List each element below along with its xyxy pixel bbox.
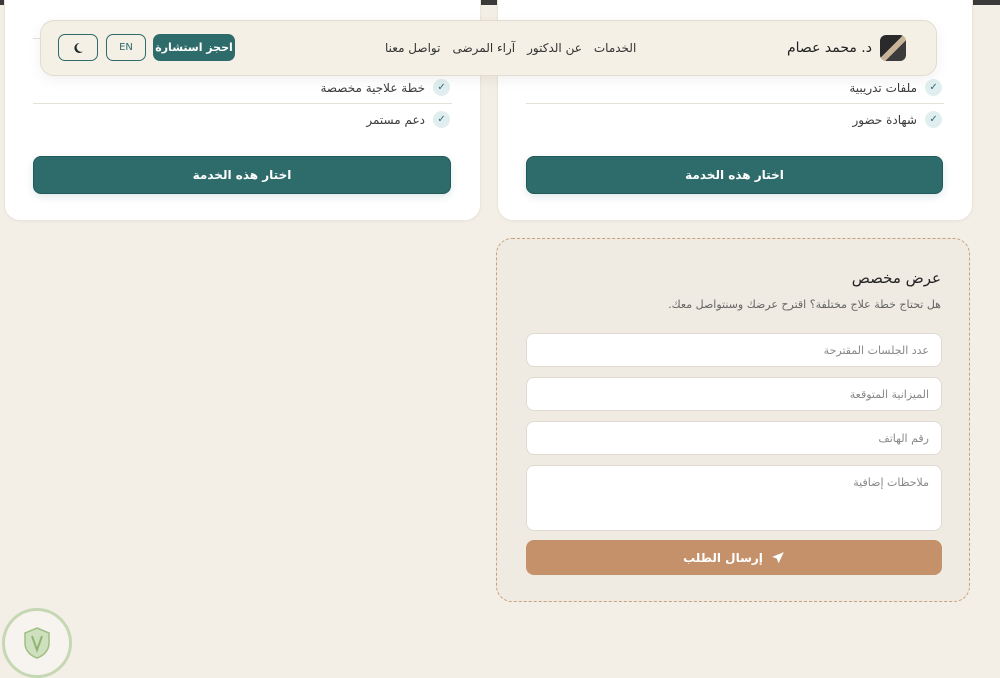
custom-offer-subtitle: هل تحتاج خطة علاج مختلفة؟ اقترح عرضك وسن… [668, 298, 941, 311]
check-icon: ✓ [925, 111, 942, 128]
divider [526, 103, 944, 104]
check-icon: ✓ [433, 79, 450, 96]
nav-link-testimonials[interactable]: آراء المرضى [452, 41, 515, 55]
submit-request-button[interactable]: إرسال الطلب [526, 540, 942, 575]
submit-label: إرسال الطلب [683, 550, 763, 565]
custom-offer-title: عرض مخصص [851, 269, 941, 287]
feature-label: شهادة حضور [852, 112, 917, 127]
nav-link-about[interactable]: عن الدكتور [527, 41, 582, 55]
moon-icon [74, 42, 83, 53]
budget-input[interactable] [526, 377, 942, 411]
language-toggle-button[interactable]: EN [106, 34, 146, 61]
feature-item: ✓ دعم مستمر [366, 111, 450, 128]
nav-link-contact[interactable]: تواصل معنا [385, 41, 440, 55]
feature-label: ملفات تدريبية [849, 80, 917, 95]
navbar: د. محمد عصام الخدمات عن الدكتور آراء الم… [40, 20, 937, 76]
feature-item: ✓ شهادة حضور [852, 111, 942, 128]
feature-label: خطة علاجية مخصصة [320, 80, 425, 95]
notes-textarea[interactable] [526, 465, 942, 531]
feature-item: ✓ خطة علاجية مخصصة [320, 79, 450, 96]
feature-item: ✓ ملفات تدريبية [849, 79, 942, 96]
choose-service-button[interactable]: اختار هذه الخدمة [526, 156, 943, 194]
custom-offer-panel: عرض مخصص هل تحتاج خطة علاج مختلفة؟ اقترح… [496, 238, 970, 602]
feature-label: دعم مستمر [366, 112, 425, 127]
avatar [880, 35, 906, 61]
theme-toggle-button[interactable] [58, 34, 98, 61]
choose-service-button[interactable]: اختار هذه الخدمة [33, 156, 451, 194]
divider [33, 103, 452, 104]
brand[interactable]: د. محمد عصام [787, 35, 906, 61]
check-icon: ✓ [433, 111, 450, 128]
shield-icon [24, 627, 50, 659]
book-consultation-button[interactable]: احجز استشارة [153, 34, 235, 61]
send-icon [772, 551, 784, 563]
phone-input[interactable] [526, 421, 942, 455]
sessions-input[interactable] [526, 333, 942, 367]
brand-name: د. محمد عصام [787, 40, 872, 56]
watermark-logo [2, 608, 72, 678]
check-icon: ✓ [925, 79, 942, 96]
nav-links: الخدمات عن الدكتور آراء المرضى تواصل معن… [385, 41, 636, 55]
nav-link-services[interactable]: الخدمات [594, 41, 636, 55]
